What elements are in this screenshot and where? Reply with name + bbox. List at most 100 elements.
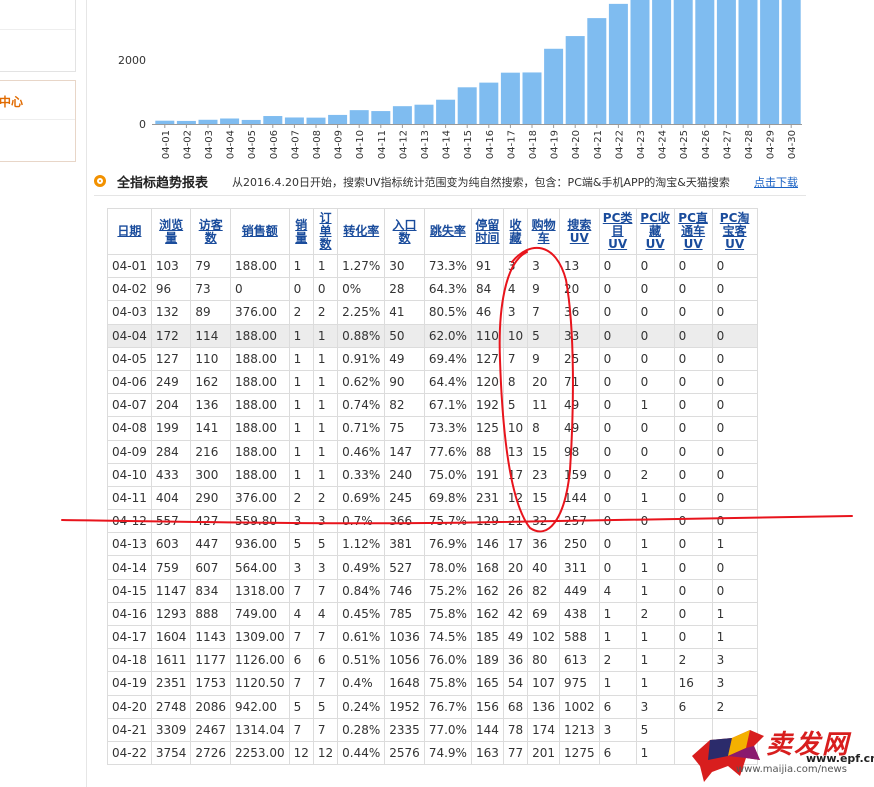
table-cell: 69 — [527, 601, 561, 627]
table-cell: 0.7% — [337, 509, 386, 534]
table-cell: 0.71% — [337, 416, 386, 441]
table-cell: 26 — [502, 578, 529, 603]
table-cell: 1 — [312, 346, 339, 371]
table-cell: 0 — [229, 277, 290, 302]
table-cell: 7 — [312, 578, 339, 603]
table-cell: 0 — [598, 509, 637, 534]
table-cell: 4 — [312, 601, 339, 627]
date-cell: 04-02 — [107, 277, 152, 302]
column-header[interactable]: 入口数 — [384, 208, 425, 255]
table-cell: 7 — [527, 300, 561, 325]
table-cell: 136 — [527, 694, 561, 719]
table-cell: 0 — [598, 300, 637, 325]
column-header[interactable]: PC类目UV — [598, 208, 637, 255]
table-cell: 6 — [598, 694, 637, 719]
column-header[interactable]: 收藏 — [502, 208, 529, 255]
table-cell: 1.27% — [337, 253, 386, 279]
table-row: 04-19 2351 1753 1120.50 7 7 0.4% 1648 75.8% 165 54… — [107, 671, 758, 696]
table-cell: 71 — [559, 369, 600, 395]
column-header[interactable]: 转化率 — [337, 208, 386, 255]
column-header[interactable]: PC淘宝客UV — [711, 208, 758, 255]
table-cell: 366 — [384, 509, 425, 534]
table-cell: 76.9% — [423, 532, 472, 557]
column-header[interactable]: 销量 — [288, 208, 314, 255]
column-header[interactable]: 跳失率 — [423, 208, 472, 255]
table-cell: 0 — [598, 416, 637, 441]
table-cell: 0 — [635, 323, 675, 348]
table-cell: 96 — [150, 277, 192, 302]
table-cell: 82 — [384, 393, 425, 418]
table-cell: 0 — [673, 300, 713, 325]
table-cell: 20 — [527, 369, 561, 395]
table-cell: 0 — [635, 346, 675, 371]
table-cell: 73.3% — [423, 416, 472, 441]
column-header[interactable]: 购物车 — [527, 208, 561, 255]
table-cell: 74.9% — [423, 740, 472, 766]
column-header[interactable]: 订单数 — [312, 208, 339, 255]
table-cell: 603 — [150, 532, 192, 557]
table-cell: 42 — [502, 601, 529, 627]
table-cell: 0 — [673, 509, 713, 534]
column-header[interactable]: 日期 — [107, 208, 152, 255]
table-cell: 77.6% — [423, 439, 472, 464]
column-header[interactable]: 搜索UV — [559, 208, 600, 255]
sidebar-panel-top — [0, 0, 76, 72]
sidebar-center-label[interactable]: 中心 — [0, 93, 23, 110]
table-cell: 1 — [635, 485, 675, 511]
date-cell: 04-08 — [107, 416, 152, 441]
table-cell: 1293 — [150, 601, 192, 627]
table-cell: 0 — [711, 509, 758, 534]
table-cell: 204 — [150, 393, 192, 418]
chart-bar — [241, 119, 261, 124]
table-cell: 12 — [312, 740, 339, 766]
table-cell: 88 — [470, 439, 504, 464]
table-cell: 168 — [470, 555, 504, 580]
table-cell: 188.00 — [229, 323, 290, 348]
table-cell: 0 — [673, 277, 713, 302]
column-header[interactable]: 访客数 — [190, 208, 231, 255]
table-cell: 1 — [635, 578, 675, 603]
table-cell: 33 — [559, 323, 600, 348]
table-cell: 1 — [288, 439, 314, 464]
column-header[interactable]: 浏览量 — [150, 208, 192, 255]
date-cell: 04-14 — [107, 555, 152, 580]
table-cell: 76.0% — [423, 648, 472, 673]
x-tick-label: 04-27 — [722, 130, 733, 159]
table-cell: 0 — [673, 346, 713, 371]
table-cell: 7 — [312, 717, 339, 742]
table-cell: 13 — [559, 253, 600, 279]
table-cell: 36 — [527, 532, 561, 557]
column-header[interactable]: PC收藏UV — [635, 208, 675, 255]
table-cell: 1 — [711, 624, 758, 650]
table-cell: 1 — [635, 671, 675, 696]
table-cell: 0.33% — [337, 462, 386, 487]
x-tick-label: 04-18 — [528, 130, 539, 159]
table-row: 04-15 1147 834 1318.00 7 7 0.84% 746 75.2% 162 26 8… — [107, 578, 758, 603]
table-cell: 0 — [673, 369, 713, 395]
table-cell: 75.8% — [423, 601, 472, 627]
watermark-url: www.maijia.com/news — [736, 764, 847, 775]
table-cell: 1 — [288, 416, 314, 441]
table-cell: 1002 — [559, 694, 600, 719]
table-cell: 438 — [559, 601, 600, 627]
table-cell: 0 — [598, 555, 637, 580]
column-header[interactable]: 销售额 — [229, 208, 290, 255]
date-cell: 04-19 — [107, 671, 152, 696]
table-cell: 159 — [559, 462, 600, 487]
x-tick-label: 04-28 — [744, 130, 755, 159]
column-header[interactable]: PC直通车UV — [673, 208, 713, 255]
table-cell: 257 — [559, 509, 600, 534]
column-header[interactable]: 停留时间 — [470, 208, 504, 255]
table-cell: 0 — [635, 369, 675, 395]
table-cell: 12 — [502, 485, 529, 511]
trend-bar-chart: 0 2000 04-01 04-02 04-03 04-04 04-05 04-06 04-07… — [118, 0, 802, 159]
download-link[interactable]: 点击下载 — [754, 174, 798, 190]
x-tick-label: 04-08 — [312, 130, 323, 159]
table-cell: 0 — [711, 393, 758, 418]
table-cell: 300 — [190, 462, 231, 487]
date-cell: 04-04 — [107, 323, 152, 348]
table-cell: 73 — [190, 277, 231, 302]
table-cell: 2467 — [190, 717, 231, 742]
table-cell: 110 — [190, 346, 231, 371]
date-cell: 04-11 — [107, 485, 152, 511]
